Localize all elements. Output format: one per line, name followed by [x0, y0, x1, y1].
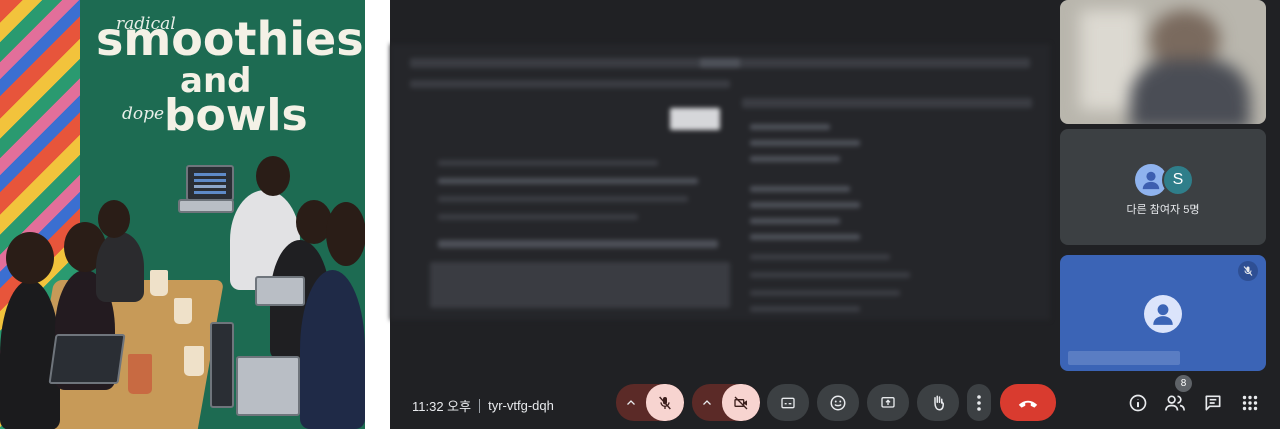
mic-off-icon	[659, 396, 671, 409]
avatar	[1144, 295, 1182, 333]
person-head	[98, 200, 130, 238]
avatar-initial: S	[1162, 164, 1194, 196]
drink-cup	[128, 354, 152, 394]
raise-hand-icon	[934, 395, 945, 411]
more-vert-icon	[977, 394, 981, 411]
meeting-info: 11:32 오후 tyr-vtfg-dqh	[412, 396, 554, 415]
drink-cup	[184, 346, 204, 376]
mic-options-button[interactable]	[616, 384, 646, 421]
chevron-up-icon	[627, 399, 635, 405]
meet-window: S 다른 참여자 5명 11:32 오후 tyr-vtfg-dqh 8	[390, 0, 1280, 429]
camera-toggle-button[interactable]	[722, 384, 760, 421]
present-button[interactable]	[867, 384, 909, 421]
chat-icon	[1205, 395, 1221, 411]
person-head	[6, 232, 54, 284]
meeting-code: tyr-vtfg-dqh	[488, 398, 554, 413]
person	[0, 280, 60, 429]
mic-toggle-button[interactable]	[646, 384, 684, 421]
laptop	[210, 322, 234, 408]
laptop	[236, 356, 300, 416]
reactions-button[interactable]	[817, 384, 859, 421]
cafe-photo: radical smoothies and dope bowls	[0, 0, 365, 429]
more-options-button[interactable]	[967, 384, 991, 421]
laptop-base	[178, 199, 234, 213]
other-participants-label: 다른 참여자 5명	[1126, 204, 1200, 216]
person-head	[256, 156, 290, 196]
present-icon	[881, 396, 895, 408]
divider	[479, 398, 481, 413]
self-tile[interactable]	[1060, 255, 1266, 371]
chat-button[interactable]	[1200, 390, 1226, 416]
drink-cup	[150, 270, 168, 296]
wall-text-smoothies: smoothies	[96, 12, 364, 66]
control-bar: 11:32 오후 tyr-vtfg-dqh	[390, 374, 1280, 429]
laptop	[186, 165, 234, 201]
camera-options-button[interactable]	[692, 384, 722, 421]
participant-video-tile[interactable]	[1060, 0, 1266, 124]
muted-indicator	[1238, 261, 1258, 281]
captions-icon	[781, 397, 795, 408]
person	[300, 270, 365, 429]
camera-off-icon	[734, 396, 748, 409]
mic-off-icon	[1243, 266, 1253, 276]
wall-text-dope: dope	[122, 104, 165, 124]
meeting-details-button[interactable]	[1125, 390, 1151, 416]
person-icon	[1142, 171, 1160, 190]
self-name-redacted	[1068, 351, 1180, 365]
raise-hand-button[interactable]	[917, 384, 959, 421]
emoji-icon	[830, 395, 846, 410]
video-feed	[1060, 0, 1266, 124]
people-button[interactable]	[1162, 390, 1188, 416]
drink-cup	[174, 298, 192, 324]
person-icon	[1153, 304, 1173, 325]
laptop	[255, 276, 305, 306]
apps-icon	[1242, 395, 1258, 411]
person	[96, 232, 144, 302]
shared-screen	[390, 44, 1050, 320]
chevron-up-icon	[703, 399, 711, 405]
captions-button[interactable]	[767, 384, 809, 421]
mic-control	[616, 384, 684, 421]
info-icon	[1129, 394, 1147, 412]
call-end-icon	[1018, 400, 1038, 408]
activities-button[interactable]	[1237, 390, 1263, 416]
laptop	[48, 334, 126, 384]
participant-count-badge: 8	[1175, 375, 1192, 392]
meeting-time: 11:32 오후	[412, 399, 472, 414]
leave-call-button[interactable]	[1000, 384, 1056, 421]
person-head	[326, 202, 365, 266]
other-participants-tile[interactable]: S 다른 참여자 5명	[1060, 129, 1266, 245]
camera-control	[692, 384, 760, 421]
people-icon	[1165, 395, 1185, 411]
wall-text-bowls: bowls	[164, 90, 308, 141]
